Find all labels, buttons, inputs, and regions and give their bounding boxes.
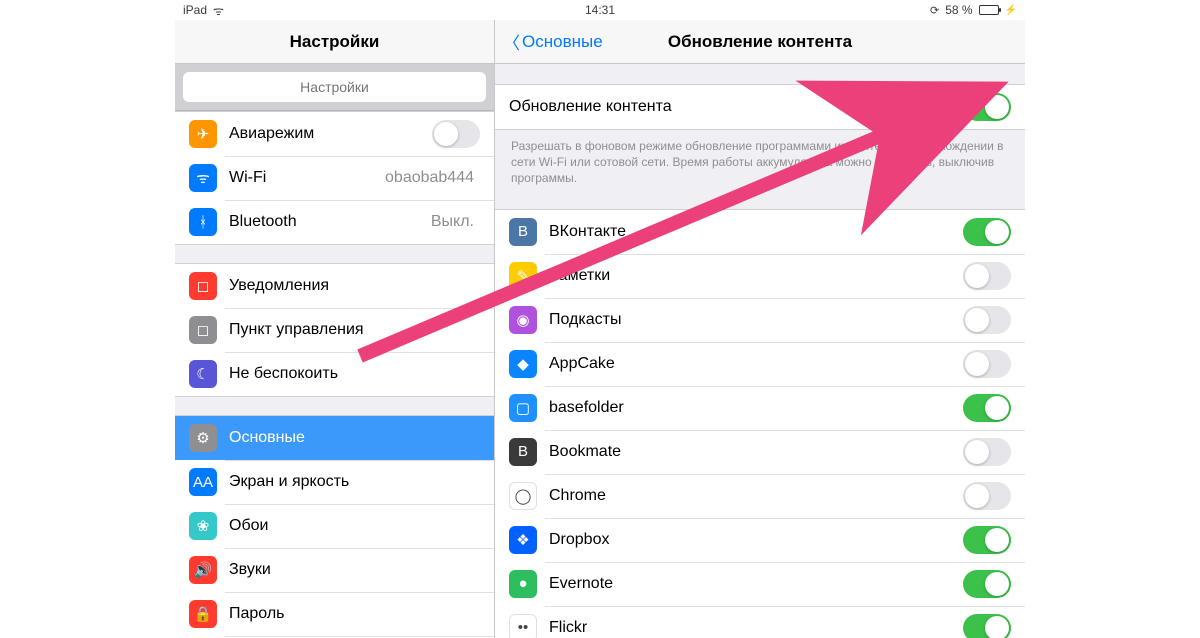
app-icon-basefolder: ▢ xyxy=(509,394,537,422)
sidebar-item-moon[interactable]: ☾ Не беспокоить xyxy=(175,352,494,396)
app-icon-flickr: •• xyxy=(509,614,537,638)
app-row-dropbox[interactable]: ❖ Dropbox xyxy=(495,518,1025,562)
app-label: Заметки xyxy=(549,267,963,285)
bluetooth-icon: ᚼ xyxy=(189,208,217,236)
master-refresh-label: Обновление контента xyxy=(509,98,963,116)
toggle-app-flickr[interactable] xyxy=(963,614,1011,638)
app-label: AppCake xyxy=(549,355,963,373)
sound-icon: 🔊 xyxy=(189,556,217,584)
app-label: Bookmate xyxy=(549,443,963,461)
toggle-app-вконтакте[interactable] xyxy=(963,218,1011,246)
sidebar-navbar: Настройки xyxy=(175,20,494,64)
app-row-подкасты[interactable]: ◉ Подкасты xyxy=(495,298,1025,342)
app-label: ВКонтакте xyxy=(549,223,963,241)
master-refresh-row[interactable]: Обновление контента xyxy=(495,85,1025,129)
app-label: Подкасты xyxy=(549,311,963,329)
app-row-bookmate[interactable]: B Bookmate xyxy=(495,430,1025,474)
app-label: Chrome xyxy=(549,487,963,505)
wifi-icon: ᯤ xyxy=(189,164,217,192)
app-label: Evernote xyxy=(549,575,963,593)
app-row-basefolder[interactable]: ▢ basefolder xyxy=(495,386,1025,430)
chevron-left-icon: 〈 xyxy=(503,29,520,54)
sidebar-item-value: obaobab444 xyxy=(385,169,474,187)
sidebar-item-bluetooth[interactable]: ᚼ BluetoothВыкл. xyxy=(175,200,494,244)
sidebar-item-airplane[interactable]: ✈ Авиарежим xyxy=(175,112,494,156)
sidebar-item-value: Выкл. xyxy=(431,213,474,231)
bell-icon: ◻ xyxy=(189,272,217,300)
sidebar-item-gear[interactable]: ⚙ Основные xyxy=(175,416,494,460)
app-icon-appcake: ◆ xyxy=(509,350,537,378)
app-icon-evernote: ● xyxy=(509,570,537,598)
app-row-заметки[interactable]: ✎ Заметки xyxy=(495,254,1025,298)
sidebar-item-bell[interactable]: ◻ Уведомления xyxy=(175,264,494,308)
back-label: Основные xyxy=(522,32,603,52)
battery-icon xyxy=(979,5,999,15)
wifi-icon: ᯤ xyxy=(213,2,224,19)
back-button[interactable]: 〈 Основные xyxy=(503,29,603,54)
sidebar-item-label: Экран и яркость xyxy=(229,473,480,491)
app-icon-заметки: ✎ xyxy=(509,262,537,290)
toggle-app-заметки[interactable] xyxy=(963,262,1011,290)
toggle-app-basefolder[interactable] xyxy=(963,394,1011,422)
sidebar-item-label: Авиарежим xyxy=(229,125,432,143)
toggle-app-подкасты[interactable] xyxy=(963,306,1011,334)
sidebar-item-sound[interactable]: 🔊 Звуки xyxy=(175,548,494,592)
toggle-app-evernote[interactable] xyxy=(963,570,1011,598)
section-footer: Разрешать в фоновом режиме обновление пр… xyxy=(495,130,1025,191)
sidebar-item-switch[interactable]: ◻ Пункт управления xyxy=(175,308,494,352)
lock-icon: 🔒 xyxy=(189,600,217,628)
status-time: 14:31 xyxy=(585,3,615,17)
sidebar-item-lock[interactable]: 🔒 Пароль xyxy=(175,592,494,636)
toggle-airplane[interactable] xyxy=(432,120,480,148)
device-label: iPad xyxy=(183,3,207,17)
search-input[interactable] xyxy=(183,72,486,102)
aa-icon: AA xyxy=(189,468,217,496)
battery-percent: 58 % xyxy=(945,3,972,17)
sidebar-item-label: Пункт управления xyxy=(229,321,480,339)
airplane-icon: ✈ xyxy=(189,120,217,148)
toggle-master-refresh[interactable] xyxy=(963,93,1011,121)
sidebar-item-label: Wi-Fi xyxy=(229,169,385,187)
app-label: basefolder xyxy=(549,399,963,417)
detail-pane: 〈 Основные Обновление контента Обновлени… xyxy=(495,20,1025,638)
sidebar-item-label: Звуки xyxy=(229,561,480,579)
charging-icon: ⚡ xyxy=(1005,5,1017,16)
sidebar-item-flower[interactable]: ❀ Обои xyxy=(175,504,494,548)
sidebar-title: Настройки xyxy=(290,32,380,52)
app-row-evernote[interactable]: ● Evernote xyxy=(495,562,1025,606)
detail-navbar: 〈 Основные Обновление контента xyxy=(495,20,1025,64)
sidebar-item-label: Уведомления xyxy=(229,277,480,295)
sidebar-item-label: Пароль xyxy=(229,605,480,623)
sidebar-item-label: Bluetooth xyxy=(229,213,431,231)
status-bar: iPad ᯤ 14:31 ⟳ 58 % ⚡ xyxy=(175,0,1025,20)
app-row-chrome[interactable]: ◯ Chrome xyxy=(495,474,1025,518)
app-row-flickr[interactable]: •• Flickr xyxy=(495,606,1025,638)
app-icon-bookmate: B xyxy=(509,438,537,466)
sidebar-item-wifi[interactable]: ᯤ Wi-Fiobaobab444 xyxy=(175,156,494,200)
app-icon-вконтакте: В xyxy=(509,218,537,246)
switch-icon: ◻ xyxy=(189,316,217,344)
moon-icon: ☾ xyxy=(189,360,217,388)
app-label: Flickr xyxy=(549,619,963,637)
detail-title: Обновление контента xyxy=(668,32,852,52)
toggle-app-chrome[interactable] xyxy=(963,482,1011,510)
orientation-lock-icon: ⟳ xyxy=(930,4,939,17)
sidebar-item-label: Не беспокоить xyxy=(229,365,480,383)
app-icon-dropbox: ❖ xyxy=(509,526,537,554)
toggle-app-appcake[interactable] xyxy=(963,350,1011,378)
app-row-appcake[interactable]: ◆ AppCake xyxy=(495,342,1025,386)
gear-icon: ⚙ xyxy=(189,424,217,452)
toggle-app-dropbox[interactable] xyxy=(963,526,1011,554)
sidebar-item-aa[interactable]: AA Экран и яркость xyxy=(175,460,494,504)
app-label: Dropbox xyxy=(549,531,963,549)
app-icon-chrome: ◯ xyxy=(509,482,537,510)
sidebar-item-label: Основные xyxy=(229,429,480,447)
toggle-app-bookmate[interactable] xyxy=(963,438,1011,466)
settings-sidebar: Настройки ✈ Авиарежим ᯤ Wi-Fiobaobab444 ᚼ Blu… xyxy=(175,20,495,638)
app-row-вконтакте[interactable]: В ВКонтакте xyxy=(495,210,1025,254)
flower-icon: ❀ xyxy=(189,512,217,540)
app-icon-подкасты: ◉ xyxy=(509,306,537,334)
sidebar-item-label: Обои xyxy=(229,517,480,535)
